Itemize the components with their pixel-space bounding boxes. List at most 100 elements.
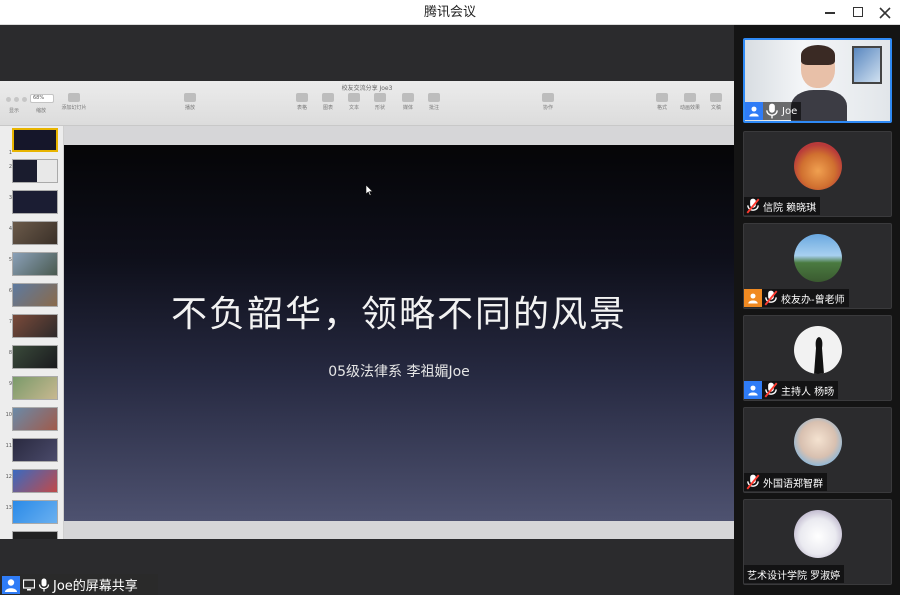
slide-thumbnail[interactable] [12, 531, 58, 539]
slide-thumbnail[interactable] [12, 376, 58, 400]
microphone-muted-icon [764, 382, 778, 398]
insert-chart-button[interactable]: 图表 [314, 93, 342, 111]
slide-thumbnail[interactable] [12, 128, 58, 152]
participant-avatar-image [793, 142, 842, 190]
play-icon [184, 93, 196, 102]
play-button[interactable]: 播放 [176, 93, 204, 111]
slide-number: 5 [8, 257, 12, 263]
current-slide[interactable]: 不负韶华，领略不同的风景 05级法律系 李祖媚Joe [64, 145, 734, 521]
insert-media-button[interactable]: 媒体 [394, 93, 422, 111]
slide-thumbnail[interactable] [12, 283, 58, 307]
slide-thumbnail[interactable] [12, 159, 58, 183]
collaborate-button[interactable]: 协作 [534, 93, 562, 111]
microphone-muted-icon [746, 474, 760, 490]
add-slide-label: 添加幻灯片 [61, 105, 87, 111]
insert-text-button[interactable]: 文本 [340, 93, 368, 111]
title-bar: 腾讯会议 [0, 0, 900, 25]
slide-thumbnail[interactable] [12, 252, 58, 276]
participant-namebar: 艺术设计学院 罗淑婷 [744, 565, 845, 583]
slide-thumbnail[interactable] [12, 407, 58, 431]
maximize-button[interactable] [848, 3, 868, 22]
slide-number: 1 [8, 150, 12, 156]
participant-namebar: 外国语郑智群 [744, 473, 827, 491]
slide-number: 13 [5, 505, 12, 511]
user-icon [748, 293, 758, 304]
chart-icon [322, 93, 334, 102]
toolbar-view-button[interactable]: 显示 [0, 105, 28, 114]
slide-navigator[interactable]: 1 2 3 4 5 6 7 8 9 10 11 12 13 [0, 126, 64, 539]
participant-avatar-image [793, 418, 842, 466]
participant-tile[interactable]: 主持人 杨旸 [743, 315, 892, 401]
microphone-icon [38, 578, 50, 591]
keynote-toolbar: 校友交流分享 Joe3 显示 68% 缩放 添加幻灯片 播放 表格 图表 文本 … [0, 81, 734, 126]
animate-icon [684, 93, 696, 102]
participant-name: Joe [782, 105, 798, 117]
collaborate-icon [542, 93, 554, 102]
participant-panel: Joe 信院 赖晓琪 校友办-曾老师 主持人 杨旸 外国语郑智群 艺术设计学院 … [734, 25, 900, 595]
traffic-light-close[interactable] [6, 97, 11, 102]
table-icon [296, 93, 308, 102]
slide-thumbnail[interactable] [12, 500, 58, 524]
shared-screen: 校友交流分享 Joe3 显示 68% 缩放 添加幻灯片 播放 表格 图表 文本 … [0, 25, 734, 595]
slide-thumbnail[interactable] [12, 345, 58, 369]
slide-thumbnail[interactable] [12, 314, 58, 338]
table-label: 表格 [296, 105, 307, 111]
add-slide-button[interactable]: 添加幻灯片 [60, 93, 88, 111]
participant-tile[interactable]: 校友办-曾老师 [743, 223, 892, 309]
zoom-label: 缩放 [35, 108, 46, 114]
screen-share-tag[interactable]: Joe的屏幕共享 [0, 574, 158, 595]
format-button[interactable]: 格式 [648, 93, 676, 111]
collaborate-label: 协作 [542, 105, 553, 111]
slide-thumbnail[interactable] [12, 221, 58, 245]
participant-name: 校友办-曾老师 [781, 294, 845, 306]
sharer-avatar [2, 575, 20, 594]
screen-share-icon [23, 578, 35, 590]
zoom-select[interactable]: 68% [30, 94, 54, 103]
participant-avatar [744, 289, 762, 307]
animate-button[interactable]: 动画效果 [676, 93, 704, 111]
insert-comment-button[interactable]: 批注 [420, 93, 448, 111]
insert-shape-button[interactable]: 形状 [366, 93, 394, 111]
slide-thumbnail[interactable] [12, 438, 58, 462]
insert-table-button[interactable]: 表格 [288, 93, 316, 111]
mouse-cursor-icon [366, 185, 374, 196]
slide-number: 2 [8, 164, 12, 170]
text-label: 文本 [348, 105, 359, 111]
microphone-muted-icon [746, 198, 760, 214]
participant-tile[interactable]: 外国语郑智群 [743, 407, 892, 493]
comment-icon [428, 93, 440, 102]
slide-subtitle: 05级法律系 李祖媚Joe [328, 364, 470, 380]
format-icon [656, 93, 668, 102]
participant-tile[interactable]: 艺术设计学院 罗淑婷 [743, 499, 892, 585]
participant-tile[interactable]: Joe [743, 38, 892, 123]
slide-number: 3 [8, 195, 12, 201]
document-button[interactable]: 文稿 [702, 93, 730, 111]
media-icon [402, 93, 414, 102]
traffic-light-zoom[interactable] [22, 97, 27, 102]
minimize-button[interactable] [820, 3, 840, 22]
keynote-doc-title: 校友交流分享 Joe3 [341, 85, 393, 92]
microphone-icon [766, 103, 778, 119]
slide-number: 7 [8, 319, 12, 325]
user-icon [749, 106, 759, 117]
play-label: 播放 [184, 105, 195, 111]
participant-name: 信院 赖晓琪 [763, 202, 817, 214]
participant-namebar: 信院 赖晓琪 [744, 197, 821, 215]
slide-number: 10 [5, 412, 12, 418]
slide-thumbnail[interactable] [12, 469, 58, 493]
share-tag-label: Joe的屏幕共享 [53, 579, 138, 594]
slide-number: 12 [5, 474, 12, 480]
toolbar-zoom-button[interactable]: 缩放 [27, 105, 55, 114]
traffic-light-minimize[interactable] [14, 97, 19, 102]
slide-thumbnail[interactable] [12, 190, 58, 214]
slide-canvas[interactable]: 不负韶华，领略不同的风景 05级法律系 李祖媚Joe [64, 126, 734, 539]
document-icon [710, 93, 722, 102]
close-button[interactable] [875, 3, 895, 22]
participant-avatar-image [793, 234, 842, 282]
document-label: 文稿 [710, 105, 721, 111]
participant-tile[interactable]: 信院 赖晓琪 [743, 131, 892, 217]
participant-avatar [745, 102, 763, 120]
user-icon [5, 578, 17, 592]
text-icon [348, 93, 360, 102]
shape-icon [374, 93, 386, 102]
